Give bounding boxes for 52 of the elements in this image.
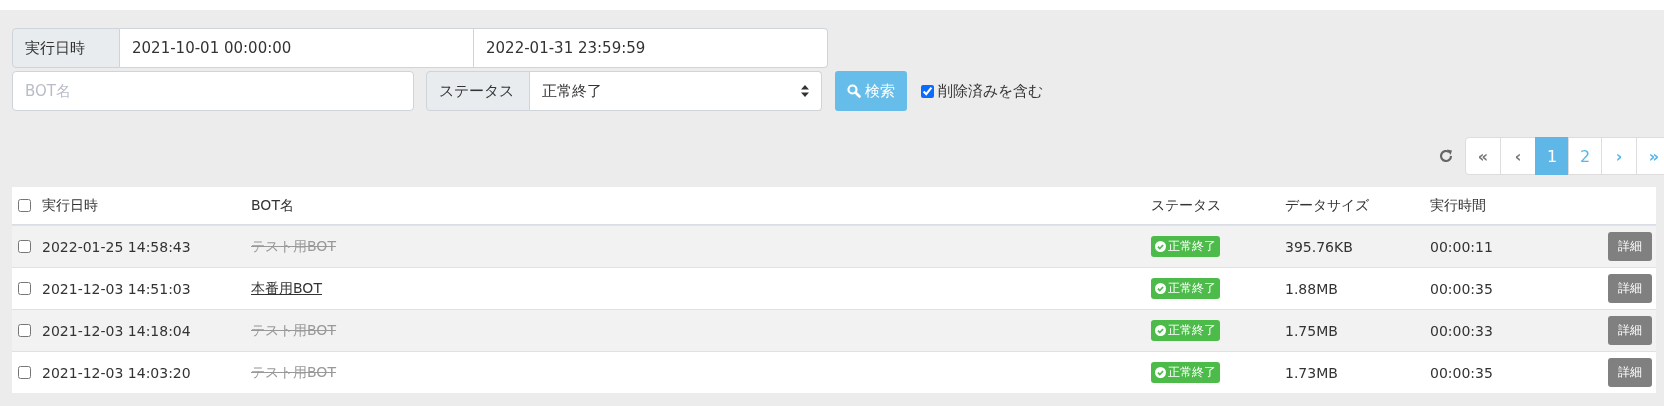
- include-deleted-checkbox[interactable]: [921, 84, 934, 98]
- status-badge: 正常終了: [1151, 236, 1220, 257]
- column-header: ステータス: [1151, 196, 1222, 215]
- table-cell-text: 2021-12-03 14:51:03: [42, 280, 192, 297]
- bot-name-field[interactable]: BOT名: [12, 71, 414, 111]
- deleted-bot-name: テスト用BOT: [251, 363, 336, 380]
- refresh-icon[interactable]: [1438, 148, 1454, 164]
- table-cell-text: 00:00:11: [1430, 238, 1494, 255]
- date-label: 実行日時: [12, 28, 120, 68]
- table-cell-text: 2021-12-03 14:03:20: [42, 364, 192, 381]
- deleted-bot-name: テスト用BOT: [251, 321, 336, 338]
- column-header: 実行日時: [42, 196, 99, 215]
- column-header: 実行時間: [1430, 196, 1487, 215]
- table-cell-text: 00:00:35: [1430, 364, 1494, 381]
- pagination-button[interactable]: «: [1465, 137, 1501, 175]
- row-checkbox[interactable]: [18, 324, 31, 337]
- status-label: ステータス: [426, 71, 530, 111]
- pagination-button[interactable]: ›: [1601, 137, 1637, 175]
- detail-button[interactable]: 詳細: [1608, 274, 1652, 303]
- table-cell-text: 1.88MB: [1285, 280, 1339, 297]
- detail-button[interactable]: 詳細: [1608, 358, 1652, 387]
- search-icon: [847, 84, 861, 98]
- table-cell-text: 2022-01-25 14:58:43: [42, 238, 192, 255]
- row-checkbox[interactable]: [18, 240, 31, 253]
- status-select[interactable]: 正常終了: [530, 71, 822, 111]
- table-cell-text: 00:00:33: [1430, 322, 1494, 339]
- select-all-checkbox[interactable]: [18, 199, 31, 212]
- table-cell-text: 1.73MB: [1285, 364, 1339, 381]
- detail-button[interactable]: 詳細: [1608, 232, 1652, 261]
- status-badge: 正常終了: [1151, 362, 1220, 383]
- pagination-button[interactable]: 2: [1568, 137, 1602, 175]
- row-checkbox[interactable]: [18, 366, 31, 379]
- column-header: データサイズ: [1285, 196, 1370, 215]
- pagination-button[interactable]: »: [1636, 137, 1664, 175]
- date-to-field[interactable]: 2022-01-31 23:59:59: [474, 28, 828, 68]
- bot-link[interactable]: 本番用BOT: [251, 279, 322, 296]
- pagination-button[interactable]: ‹: [1500, 137, 1536, 175]
- deleted-bot-name: テスト用BOT: [251, 237, 336, 254]
- status-badge: 正常終了: [1151, 320, 1220, 341]
- detail-button[interactable]: 詳細: [1608, 316, 1652, 345]
- search-button[interactable]: 検索: [835, 71, 907, 111]
- table-cell-text: 2021-12-03 14:18:04: [42, 322, 192, 339]
- table-cell-text: 395.76KB: [1285, 238, 1354, 255]
- table-cell-text: 1.75MB: [1285, 322, 1339, 339]
- date-from-field[interactable]: 2021-10-01 00:00:00: [120, 28, 474, 68]
- pagination-button[interactable]: 1: [1535, 137, 1569, 175]
- table-cell-text: 00:00:35: [1430, 280, 1494, 297]
- sort-caret-icon: [801, 85, 809, 97]
- include-deleted-label: 削除済みを含む: [938, 81, 1043, 101]
- row-checkbox[interactable]: [18, 282, 31, 295]
- column-header: BOT名: [251, 196, 295, 215]
- status-badge: 正常終了: [1151, 278, 1220, 299]
